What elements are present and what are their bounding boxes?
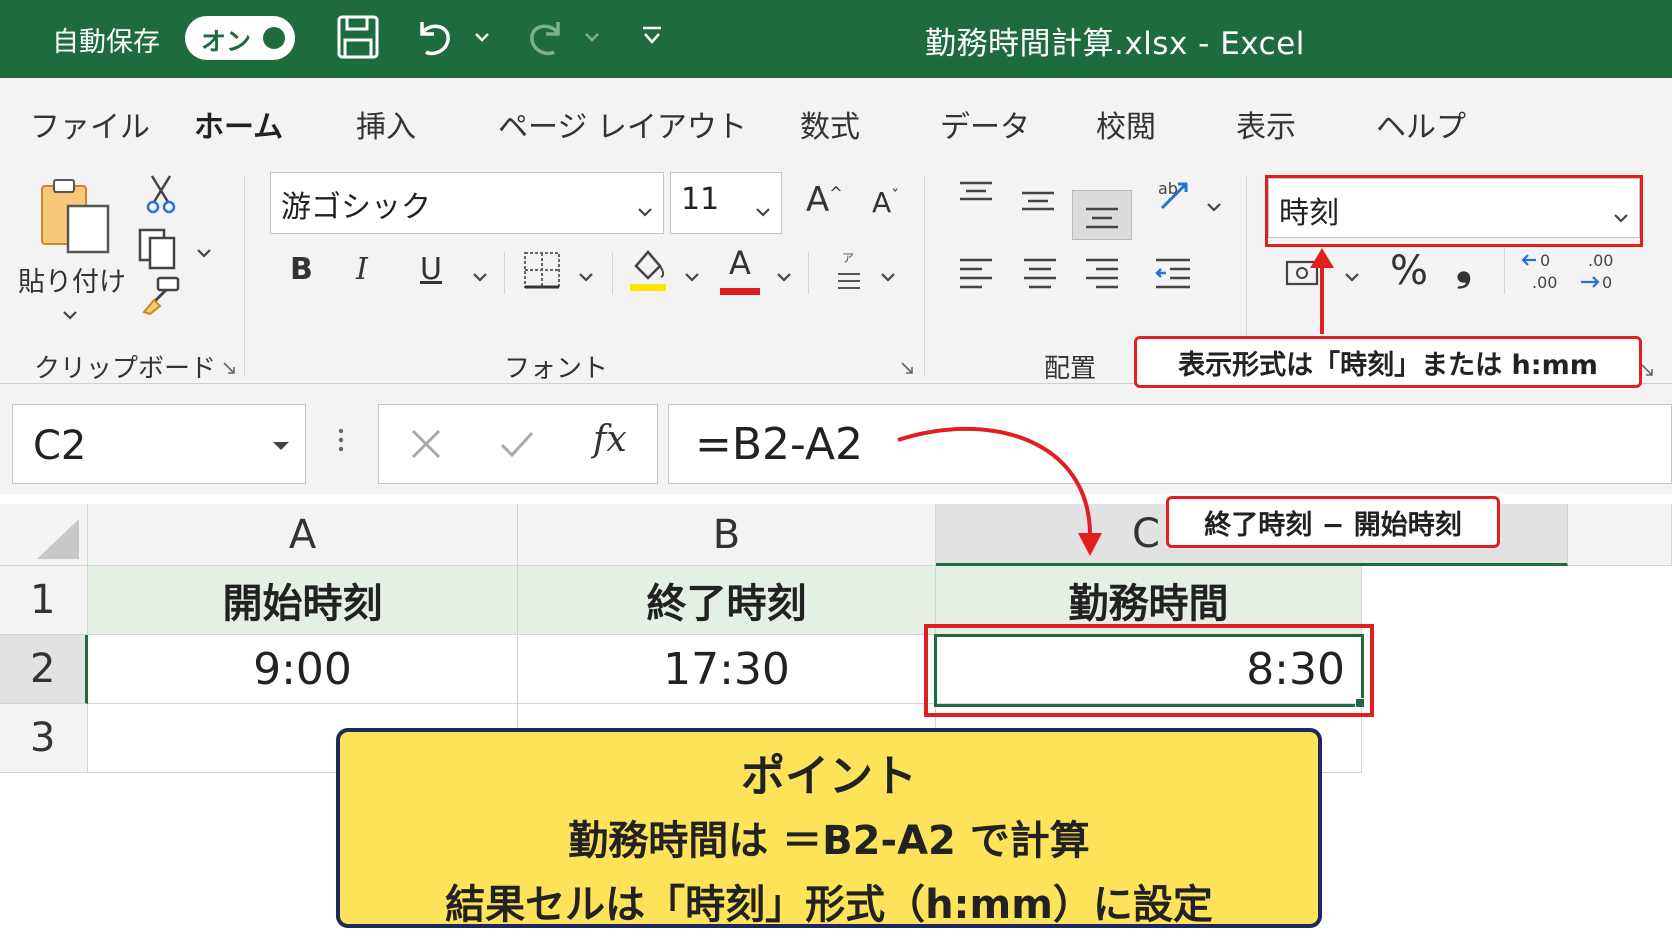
format-callout: 表示形式は「時刻」または h:mm: [1134, 336, 1642, 388]
point-title: ポイント: [741, 751, 917, 802]
formula-callout: 終了時刻 − 開始時刻: [1166, 496, 1500, 548]
point-box: ポイント 勤務時間は ＝B2-A2 で計算 結果セルは「時刻」形式（h:mm）に…: [336, 728, 1322, 928]
format-arrow-head: [1310, 248, 1334, 268]
formula-arrow-head: [1078, 533, 1102, 556]
formula-arrow-line: [897, 426, 1092, 536]
point-line-1: 勤務時間は ＝B2-A2 で計算: [568, 818, 1090, 864]
point-line-2: 結果セルは「時刻」形式（h:mm）に設定: [445, 882, 1213, 928]
